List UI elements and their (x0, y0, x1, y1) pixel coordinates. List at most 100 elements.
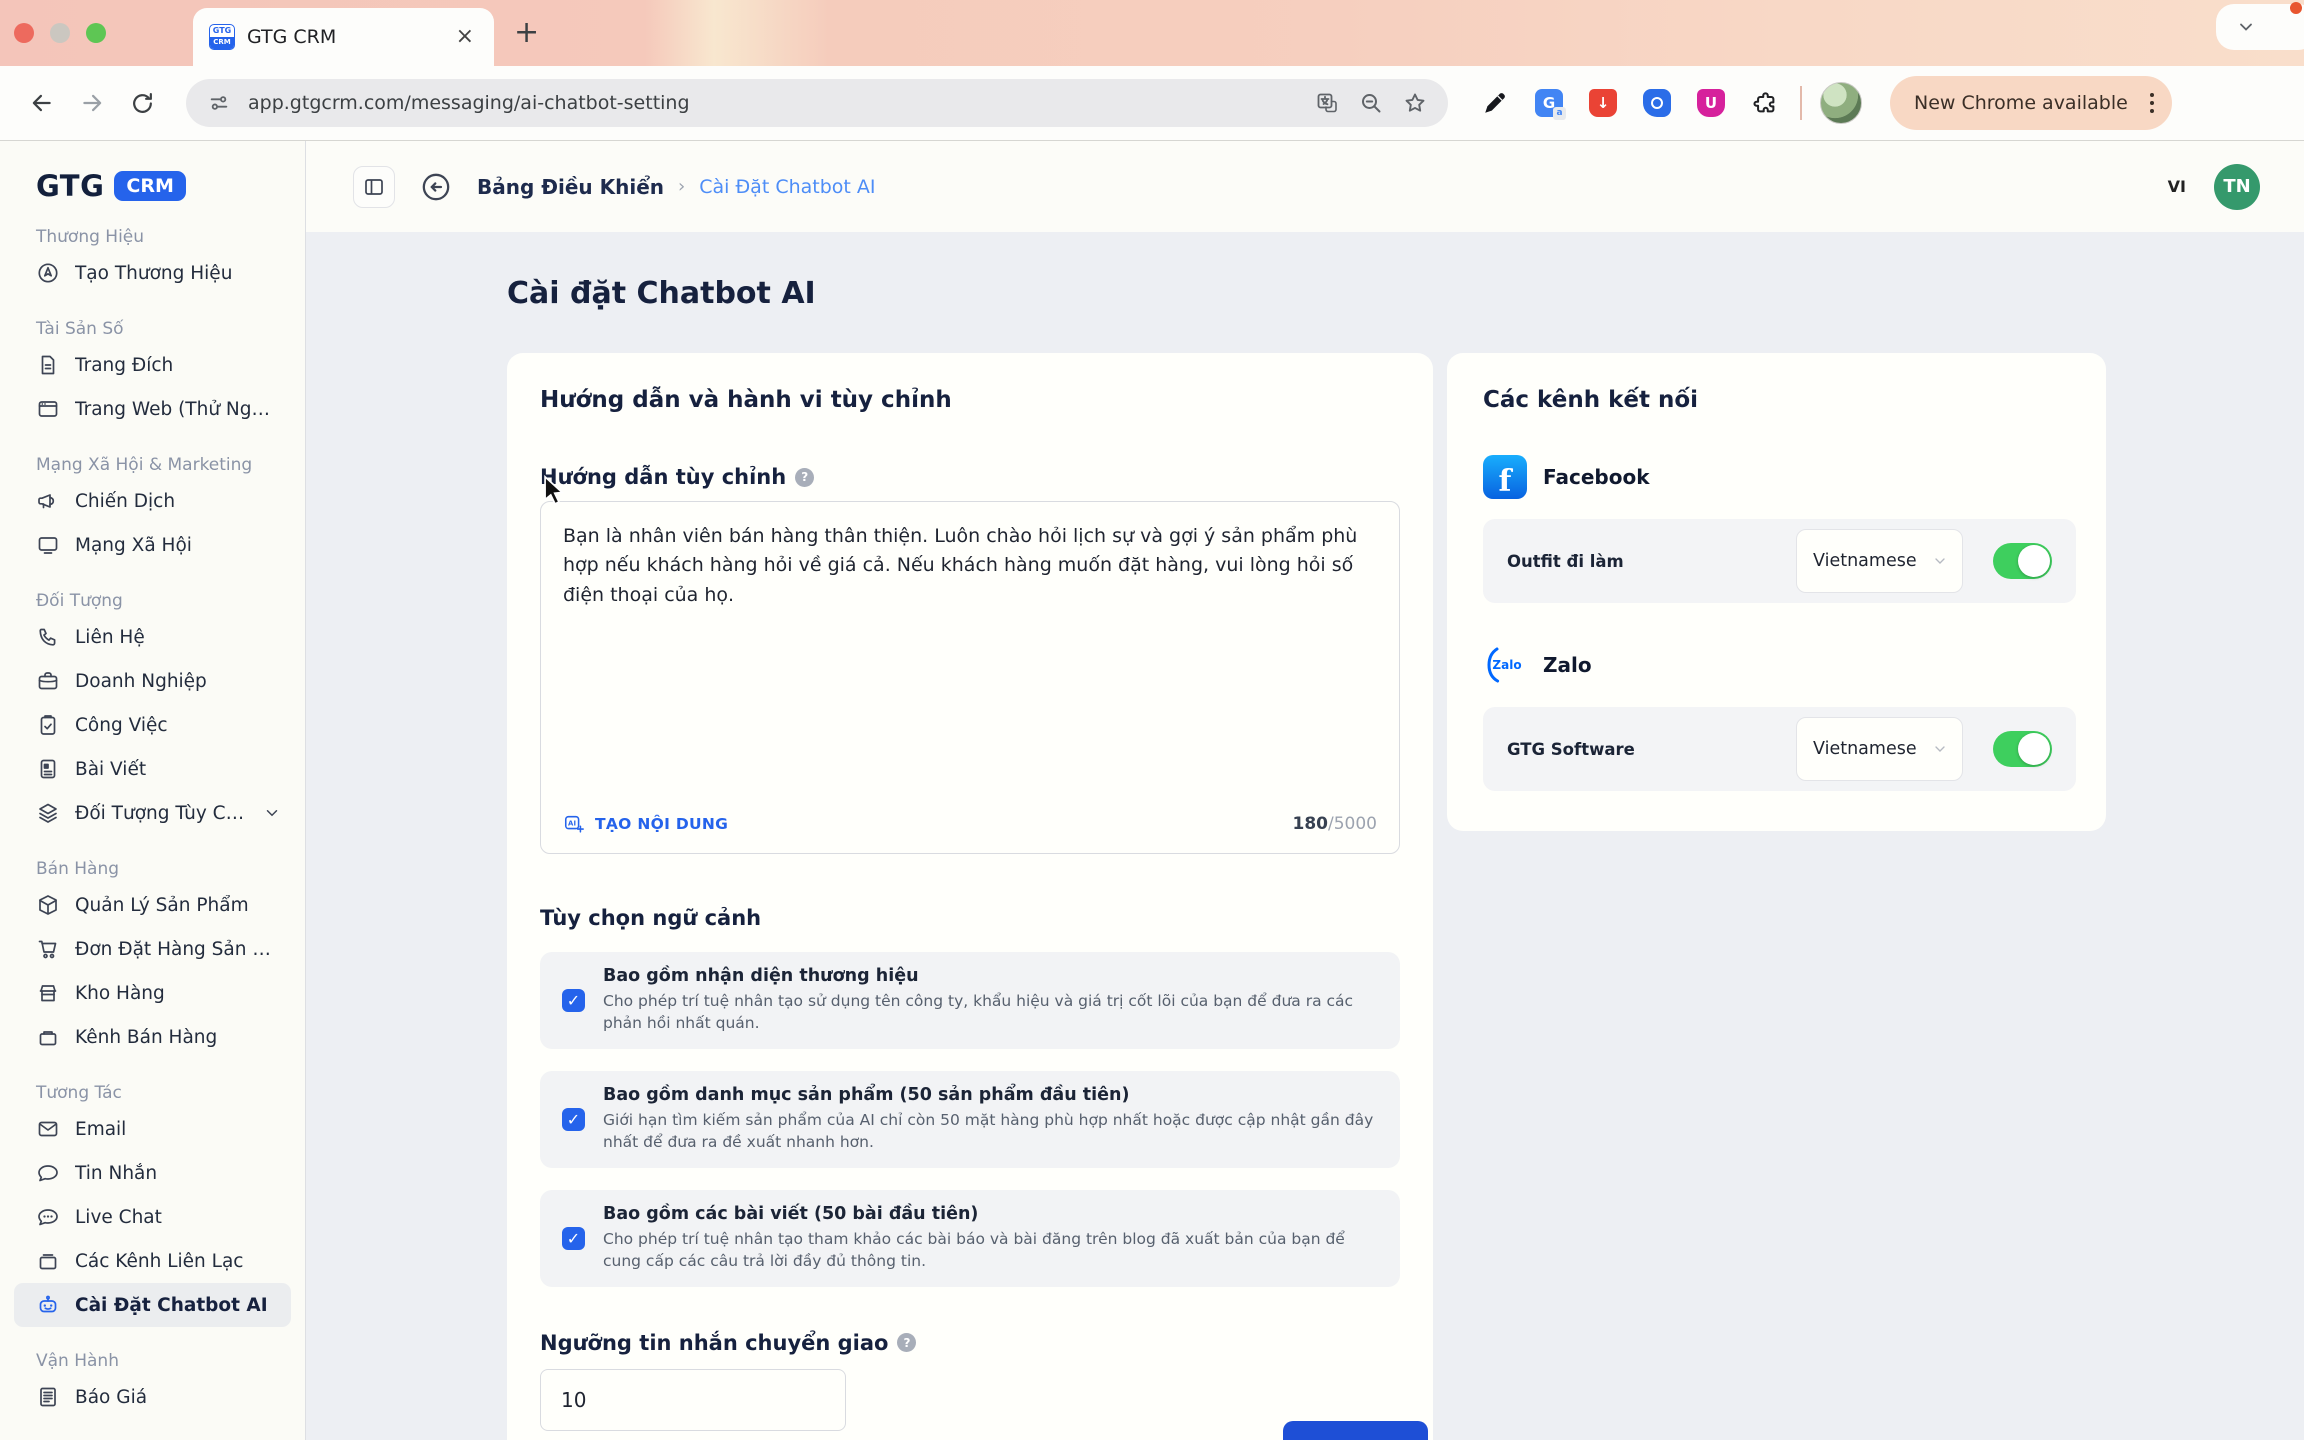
option-description: Giới hạn tìm kiếm sản phẩm của AI chỉ cò… (603, 1109, 1378, 1154)
back-circle-button[interactable] (417, 168, 455, 206)
chrome-update-button[interactable]: New Chrome available (1890, 76, 2172, 130)
back-icon[interactable] (22, 83, 62, 123)
shopping-bag-extension-icon[interactable]: ↓ (1586, 86, 1620, 120)
envelope-icon (36, 1117, 60, 1141)
sidebar-item-products[interactable]: Quản Lý Sản Phẩm (14, 883, 291, 927)
instructions-card: Hướng dẫn và hành vi tùy chỉnh Hướng dẫn… (507, 353, 1433, 1440)
tab-close-icon[interactable]: × (452, 24, 478, 50)
sidebar-item-tasks[interactable]: Công Việc (14, 703, 291, 747)
zalo-icon: Zalo (1483, 643, 1527, 687)
sidebar-item-label: Báo Giá (75, 1387, 281, 1408)
cube-icon (36, 893, 60, 917)
sidebar-item-label: Kênh Bán Hàng (75, 1027, 281, 1048)
sidebar-item-orders[interactable]: Đơn Đặt Hàng Sản Phẩ... (14, 927, 291, 971)
translate-page-icon[interactable] (1312, 88, 1342, 118)
sidebar-item-ai-chatbot-settings[interactable]: Cài Đặt Chatbot AI (14, 1283, 291, 1327)
save-button[interactable] (1283, 1421, 1428, 1440)
chrome-update-label: New Chrome available (1914, 92, 2128, 114)
breadcrumb-dashboard[interactable]: Bảng Điều Khiển (477, 175, 664, 199)
shopping-cart-icon (36, 937, 60, 961)
context-options-title: Tùy chọn ngữ cảnh (540, 906, 1400, 930)
page-title: Cài đặt Chatbot AI (507, 276, 2106, 311)
sidebar-item-inventory[interactable]: Kho Hàng (14, 971, 291, 1015)
option-description: Cho phép trí tuệ nhân tạo tham khảo các … (603, 1228, 1378, 1273)
instructions-textarea[interactable]: Bạn là nhân viên bán hàng thân thiện. Lu… (541, 502, 1399, 799)
svg-text:AI: AI (568, 819, 576, 827)
option-title: Bao gồm danh mục sản phẩm (50 sản phẩm đ… (603, 1085, 1378, 1105)
handoff-threshold-input[interactable] (540, 1369, 846, 1431)
minimize-window-button[interactable] (50, 23, 70, 43)
language-switcher[interactable]: VI (2168, 177, 2186, 196)
sidebar-item-label: Các Kênh Liên Lạc (75, 1251, 281, 1272)
selected-language: Vietnamese (1813, 739, 1917, 759)
site-controls-icon[interactable] (204, 88, 234, 118)
sidebar-item-custom-objects[interactable]: Đối Tượng Tùy Chỉnh (14, 791, 291, 835)
main-content: Cài đặt Chatbot AI Hướng dẫn và hành vi … (306, 232, 2304, 1440)
user-avatar[interactable]: TN (2214, 164, 2260, 210)
zalo-enable-toggle[interactable] (1993, 731, 2052, 767)
sidebar-item-label: Bài Viết (75, 759, 281, 780)
address-bar[interactable]: app.gtgcrm.com/messaging/ai-chatbot-sett… (186, 79, 1448, 127)
sidebar-item-articles[interactable]: Bài Viết (14, 747, 291, 791)
sidebar-item-contacts[interactable]: Liên Hệ (14, 615, 291, 659)
breadcrumb-current[interactable]: Cài Đặt Chatbot AI (699, 176, 875, 198)
pen-extension-icon[interactable] (1478, 86, 1512, 120)
sidebar-item-email[interactable]: Email (14, 1107, 291, 1151)
bookmark-star-icon[interactable] (1400, 88, 1430, 118)
extensions-row: Ga ↓ U (1478, 86, 1782, 120)
articles-checkbox[interactable] (562, 1227, 585, 1250)
sidebar-item-label: Đối Tượng Tùy Chỉnh (75, 803, 248, 824)
sidebar-item-create-brand[interactable]: Tạo Thương Hiệu (14, 251, 291, 295)
option-title: Bao gồm các bài viết (50 bài đầu tiên) (603, 1204, 1378, 1224)
sidebar: GTG CRM Thương Hiệu Tạo Thương Hiệu Tài … (0, 141, 306, 1440)
channel-name: Zalo (1543, 653, 1592, 677)
facebook-language-select[interactable]: Vietnamese (1796, 529, 1963, 593)
sidebar-item-quotes[interactable]: Báo Giá (14, 1375, 291, 1419)
info-icon[interactable]: ? (897, 1333, 916, 1352)
tag-extension-icon[interactable] (1640, 86, 1674, 120)
option-title: Bao gồm nhận diện thương hiệu (603, 966, 1378, 986)
zalo-language-select[interactable]: Vietnamese (1796, 717, 1963, 781)
fullscreen-window-button[interactable] (86, 23, 106, 43)
facebook-enable-toggle[interactable] (1993, 543, 2052, 579)
ublock-extension-icon[interactable]: U (1694, 86, 1728, 120)
browser-profile-avatar[interactable] (1820, 82, 1862, 124)
zoom-out-icon[interactable] (1356, 88, 1386, 118)
google-translate-extension-icon[interactable]: Ga (1532, 86, 1566, 120)
brand-identity-checkbox[interactable] (562, 989, 585, 1012)
selected-language: Vietnamese (1813, 551, 1917, 571)
sidebar-item-label: Doanh Nghiệp (75, 671, 281, 692)
browser-menu-icon[interactable] (2142, 93, 2162, 113)
facebook-channel-row: Outfit đi làm Vietnamese (1483, 519, 2076, 603)
product-catalog-checkbox[interactable] (562, 1108, 585, 1131)
sidebar-item-website[interactable]: Trang Web (Thử Nghiệ... (14, 387, 291, 431)
zalo-channel-header: Zalo Zalo (1483, 643, 2076, 687)
info-icon[interactable]: ? (795, 468, 814, 487)
panel-left-icon (362, 175, 386, 199)
instructions-textarea-box: Bạn là nhân viên bán hàng thân thiện. Lu… (540, 501, 1400, 854)
new-tab-button[interactable]: + (514, 18, 539, 48)
sidebar-toggle-button[interactable] (353, 166, 395, 208)
option-articles: Bao gồm các bài viết (50 bài đầu tiên) C… (540, 1190, 1400, 1287)
chat-bubble-icon (36, 1161, 60, 1185)
sidebar-item-label: Tin Nhắn (75, 1163, 281, 1184)
clipboard-check-icon (36, 713, 60, 737)
close-window-button[interactable] (14, 23, 34, 43)
sidebar-item-campaigns[interactable]: Chiến Dịch (14, 479, 291, 523)
sidebar-item-landing-page[interactable]: Trang Đích (14, 343, 291, 387)
url-text[interactable]: app.gtgcrm.com/messaging/ai-chatbot-sett… (248, 92, 1298, 114)
sidebar-item-social-network[interactable]: Mạng Xã Hội (14, 523, 291, 567)
sidebar-item-messages[interactable]: Tin Nhắn (14, 1151, 291, 1195)
sidebar-item-sales-channels[interactable]: Kênh Bán Hàng (14, 1015, 291, 1059)
extensions-puzzle-icon[interactable] (1748, 86, 1782, 120)
sidebar-item-contact-channels[interactable]: Các Kênh Liên Lạc (14, 1239, 291, 1283)
sidebar-item-live-chat[interactable]: Live Chat (14, 1195, 291, 1239)
generate-content-button[interactable]: AI TẠO NỘI DUNG (563, 813, 728, 835)
forward-icon[interactable] (72, 83, 112, 123)
reload-icon[interactable] (122, 83, 162, 123)
browser-tab[interactable]: GTGCRM GTG CRM × (193, 8, 494, 66)
layers-icon (36, 801, 60, 825)
sidebar-item-companies[interactable]: Doanh Nghiệp (14, 659, 291, 703)
option-product-catalog: Bao gồm danh mục sản phẩm (50 sản phẩm đ… (540, 1071, 1400, 1168)
breadcrumb: Bảng Điều Khiển › Cài Đặt Chatbot AI (477, 175, 876, 199)
